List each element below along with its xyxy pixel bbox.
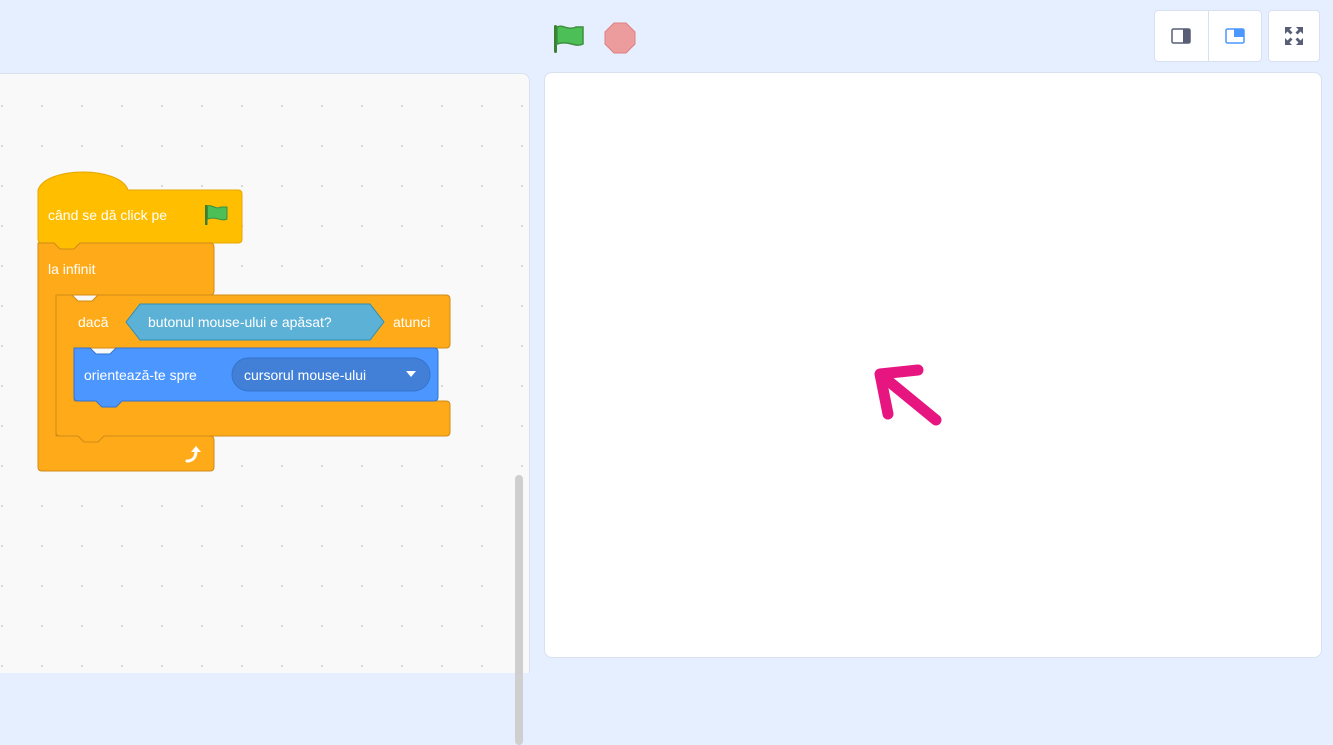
stop-button[interactable]: [603, 21, 637, 55]
stage-layout-toggle: [1154, 10, 1262, 62]
green-flag-button[interactable]: [551, 22, 585, 56]
fullscreen-icon: [1285, 27, 1303, 45]
stop-icon: [604, 22, 636, 54]
point-towards-label: orientează-te spre: [84, 367, 197, 383]
code-area[interactable]: când se dă click pe la infinit dacă buto…: [0, 73, 530, 745]
normal-stage-layout-icon: [1225, 28, 1245, 44]
forever-block-label: la infinit: [48, 261, 96, 277]
fullscreen-button[interactable]: [1268, 10, 1320, 62]
hat-block-label: când se dă click pe: [48, 207, 168, 223]
normal-stage-button[interactable]: [1207, 11, 1262, 61]
if-block-label: dacă: [78, 314, 109, 330]
small-stage-layout-icon: [1171, 28, 1191, 44]
code-area-scrollbar[interactable]: [515, 475, 523, 745]
arrow-sprite[interactable]: [860, 361, 945, 431]
condition-label: butonul mouse-ului e apăsat?: [148, 314, 332, 330]
small-stage-button[interactable]: [1155, 11, 1208, 61]
script-stack[interactable]: când se dă click pe la infinit dacă buto…: [0, 74, 470, 574]
green-flag-icon: [554, 25, 584, 53]
then-label: atunci: [393, 314, 431, 330]
target-value: cursorul mouse-ului: [244, 367, 367, 383]
stage[interactable]: [544, 72, 1322, 658]
